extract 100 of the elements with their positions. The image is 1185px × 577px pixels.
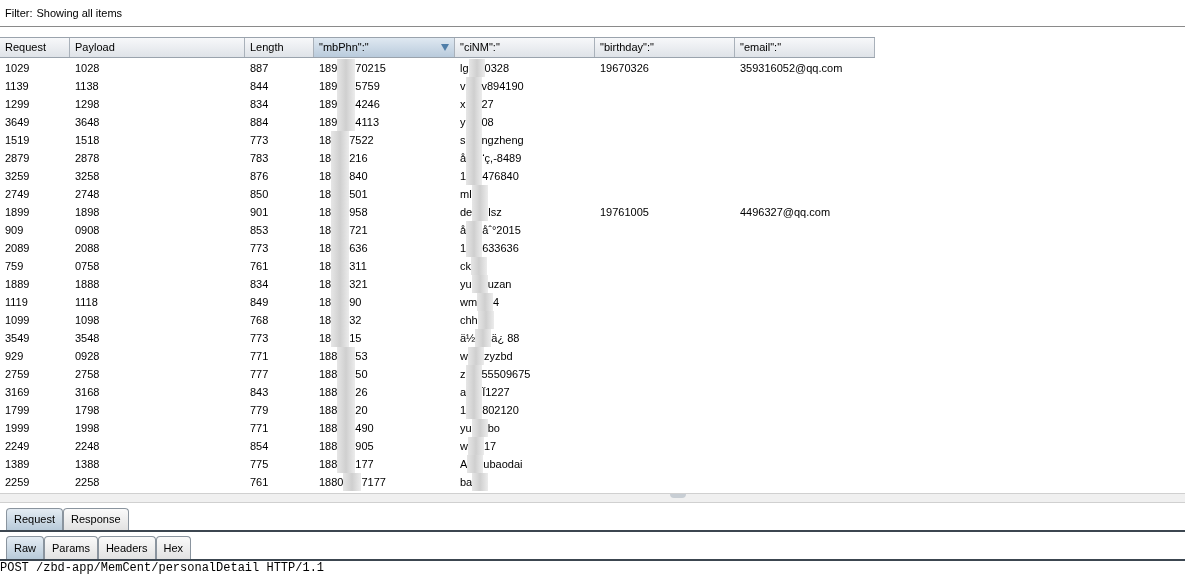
name-fragment: a — [460, 384, 467, 400]
filter-label: Filter: — [5, 5, 33, 21]
redaction-blur — [477, 311, 494, 329]
column-header[interactable]: "birthday":" — [595, 38, 735, 57]
response-length: 761 — [250, 475, 269, 488]
phone-fragment: 1880 — [319, 474, 344, 490]
name-fragment: ba — [460, 474, 473, 490]
request-number: 3649 — [5, 115, 30, 128]
phone-fragment: 4113 — [355, 114, 379, 130]
tab[interactable]: Request — [6, 508, 63, 530]
name-fragment: yu — [460, 276, 472, 292]
request-number: 2749 — [5, 187, 30, 200]
redaction-blur — [471, 275, 488, 293]
request-number: 2089 — [5, 241, 30, 254]
phone-fragment: 188 — [319, 384, 338, 400]
payload-value: 1388 — [75, 457, 100, 470]
name-fragment: wm — [460, 294, 478, 310]
name-fragment: s — [460, 132, 466, 148]
request-number: 1899 — [5, 205, 30, 218]
name-fragment: 27 — [481, 96, 494, 112]
phone-fragment: 18 — [319, 258, 332, 274]
splitter-handle[interactable] — [670, 494, 686, 498]
payload-value: 0928 — [75, 349, 100, 362]
column-header[interactable]: "ciNM":" — [455, 38, 595, 57]
name-fragment: 802120 — [482, 402, 519, 418]
name-fragment: 476840 — [482, 168, 519, 184]
name-fragment: åˆ°2015 — [482, 222, 521, 238]
phone-fragment: 216 — [349, 150, 368, 166]
tab[interactable]: Raw — [6, 536, 44, 559]
sort-descending-icon — [441, 44, 449, 51]
response-length: 777 — [250, 367, 269, 380]
redaction-blur — [468, 59, 485, 77]
redaction-blur — [465, 365, 482, 383]
phone-fragment: 188 — [319, 402, 338, 418]
tab[interactable]: Params — [44, 536, 98, 559]
name-fragment: x — [460, 96, 466, 112]
redaction-blur — [472, 203, 489, 221]
redaction-blur — [467, 437, 484, 455]
response-length: 768 — [250, 313, 269, 326]
name-fragment: bo — [487, 420, 500, 436]
payload-value: 2248 — [75, 439, 100, 452]
phone-fragment: 5759 — [355, 78, 380, 94]
response-length: 853 — [250, 223, 269, 236]
phone-fragment: 4246 — [355, 96, 380, 112]
phone-fragment: 636 — [349, 240, 368, 256]
filter-status: Showing all items — [36, 5, 123, 21]
name-fragment: yu — [460, 420, 472, 436]
phone-fragment: 70215 — [355, 60, 386, 76]
name-fragment: 4 — [493, 294, 500, 310]
phone-fragment: 721 — [349, 222, 368, 238]
phone-fragment: 188 — [319, 456, 338, 472]
request-number: 1099 — [5, 313, 30, 326]
phone-fragment: 18 — [319, 204, 332, 220]
redaction-blur — [471, 419, 488, 437]
name-fragment: 55509675 — [481, 366, 531, 382]
column-header[interactable]: Payload — [70, 38, 245, 57]
request-number: 3259 — [5, 169, 30, 182]
phone-fragment: 188 — [319, 420, 338, 436]
response-length: 844 — [250, 79, 269, 92]
redaction-blur — [337, 347, 356, 365]
name-fragment: zyzbd — [483, 348, 513, 364]
column-header[interactable]: "email":" — [735, 38, 875, 57]
name-fragment: y — [460, 114, 466, 130]
phone-fragment: 18 — [319, 240, 332, 256]
phone-fragment: 905 — [355, 438, 374, 454]
email-value: 359316052@qq.com — [740, 61, 843, 74]
payload-value: 1028 — [75, 61, 100, 74]
birthday-value: 19761005 — [600, 205, 649, 218]
request-number: 759 — [5, 259, 24, 272]
column-header[interactable]: Request — [0, 38, 70, 57]
phone-fragment: 18 — [319, 222, 332, 238]
response-length: 843 — [250, 385, 269, 398]
request-number: 909 — [5, 223, 24, 236]
payload-value: 2088 — [75, 241, 100, 254]
tab[interactable]: Hex — [155, 536, 192, 559]
request-number: 1799 — [5, 403, 30, 416]
redaction-blur — [475, 329, 492, 347]
name-fragment: de — [460, 204, 473, 220]
phone-fragment: 7522 — [349, 132, 374, 148]
column-header[interactable]: "mbPhn":" — [314, 38, 455, 57]
response-length: 775 — [250, 457, 269, 470]
name-fragment: chh — [460, 312, 478, 328]
phone-fragment: 32 — [349, 312, 362, 328]
phone-fragment: 53 — [355, 348, 368, 364]
request-number: 1889 — [5, 277, 30, 290]
request-number: 1119 — [5, 295, 28, 308]
tab[interactable]: Headers — [97, 536, 156, 559]
redaction-blur — [467, 347, 484, 365]
phone-fragment: 18 — [319, 186, 332, 202]
email-value: 4496327@qq.com — [740, 205, 831, 218]
phone-fragment: 177 — [355, 456, 374, 472]
tab[interactable]: Response — [63, 508, 129, 530]
phone-fragment: 189 — [319, 96, 338, 112]
redaction-blur — [331, 329, 350, 347]
payload-value: 0758 — [75, 259, 100, 272]
redaction-blur — [337, 455, 356, 473]
column-header[interactable]: Length — [245, 38, 314, 57]
payload-value: 3168 — [75, 385, 100, 398]
request-number: 1389 — [5, 457, 30, 470]
name-fragment: w — [460, 348, 468, 364]
